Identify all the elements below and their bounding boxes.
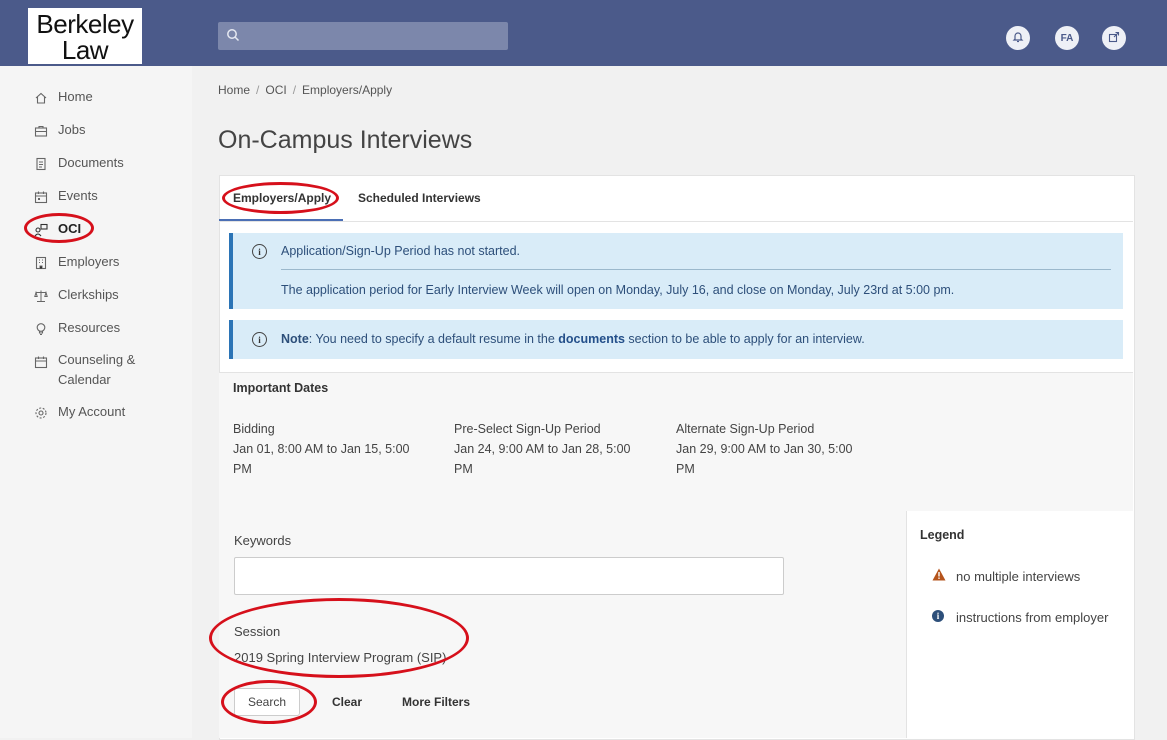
sidebar-item-jobs[interactable]: Jobs bbox=[33, 122, 85, 139]
sidebar-item-label: Clerkships bbox=[58, 287, 119, 302]
breadcrumb-oci[interactable]: OCI bbox=[265, 83, 286, 97]
important-dates-heading: Important Dates bbox=[233, 381, 329, 395]
sidebar-item-label: Home bbox=[58, 89, 93, 104]
documents-link[interactable]: documents bbox=[558, 332, 625, 346]
avatar[interactable]: FA bbox=[1055, 26, 1079, 50]
keywords-input[interactable] bbox=[234, 557, 784, 595]
legend-heading: Legend bbox=[920, 528, 965, 542]
important-dates-section: Important Dates Bidding Jan 01, 8:00 AM … bbox=[219, 372, 1133, 512]
logo-line2: Law bbox=[61, 35, 109, 65]
alert-title: Application/Sign-Up Period has not start… bbox=[281, 244, 521, 258]
sidebar-item-my-account[interactable]: My Account bbox=[33, 404, 125, 421]
breadcrumb-current: Employers/Apply bbox=[302, 83, 393, 97]
session-value[interactable]: 2019 Spring Interview Program (SIP) bbox=[234, 650, 446, 665]
date-column-preselect: Pre-Select Sign-Up Period Jan 24, 9:00 A… bbox=[454, 419, 659, 479]
sidebar-item-resources[interactable]: Resources bbox=[33, 320, 120, 337]
note-text: Note: You need to specify a default resu… bbox=[281, 332, 865, 346]
document-icon bbox=[33, 156, 49, 172]
date-title: Alternate Sign-Up Period bbox=[676, 422, 815, 436]
sidebar-item-counseling[interactable]: Counseling & Calendar bbox=[33, 350, 135, 390]
info-icon: i bbox=[932, 610, 944, 622]
date-range: Jan 24, 9:00 AM to Jan 28, 5:00 bbox=[454, 442, 631, 456]
avatar-initials: FA bbox=[1060, 32, 1074, 44]
breadcrumb-home[interactable]: Home bbox=[218, 83, 250, 97]
search-input[interactable] bbox=[248, 26, 502, 48]
scales-icon bbox=[33, 288, 49, 304]
more-filters-button[interactable]: More Filters bbox=[402, 695, 470, 709]
notifications-button[interactable] bbox=[1006, 26, 1030, 50]
sidebar-item-label: Jobs bbox=[58, 122, 86, 137]
warning-icon bbox=[932, 568, 946, 586]
sidebar-item-documents[interactable]: Documents bbox=[33, 155, 124, 172]
sidebar-item-oci[interactable]: OCI bbox=[33, 221, 81, 238]
sidebar-item-clerkships[interactable]: Clerkships bbox=[33, 287, 119, 304]
keywords-label: Keywords bbox=[234, 533, 292, 548]
date-column-alternate: Alternate Sign-Up Period Jan 29, 9:00 AM… bbox=[676, 419, 881, 479]
clear-button[interactable]: Clear bbox=[332, 695, 362, 709]
search-button[interactable]: Search bbox=[234, 688, 300, 716]
alert-detail: The application period for Early Intervi… bbox=[281, 283, 955, 297]
breadcrumb-separator: / bbox=[292, 83, 297, 97]
interview-icon bbox=[33, 222, 49, 238]
home-icon bbox=[33, 90, 49, 106]
date-title: Pre-Select Sign-Up Period bbox=[454, 422, 601, 436]
sidebar-item-label: Resources bbox=[58, 320, 121, 335]
date-range-cont: PM bbox=[233, 462, 252, 476]
tab-scheduled-interviews[interactable]: Scheduled Interviews bbox=[358, 191, 481, 205]
sidebar-item-home[interactable]: Home bbox=[33, 89, 93, 106]
gear-icon bbox=[33, 405, 49, 421]
breadcrumb-separator: / bbox=[256, 83, 260, 97]
sidebar-item-label: Events bbox=[58, 188, 98, 203]
legend-item-label: instructions from employer bbox=[956, 610, 1109, 625]
session-label: Session bbox=[234, 624, 281, 639]
bell-icon bbox=[1012, 31, 1024, 46]
search-icon bbox=[226, 28, 240, 47]
info-icon: i bbox=[252, 332, 267, 347]
logo-line1: Berkeley bbox=[36, 9, 134, 39]
external-link-button[interactable] bbox=[1102, 26, 1126, 50]
note-text-2: section to be able to apply for an inter… bbox=[624, 332, 865, 346]
page-title: On-Campus Interviews bbox=[218, 126, 473, 154]
sidebar-item-label: Documents bbox=[58, 155, 124, 170]
sidebar-item-label: Counseling & bbox=[58, 352, 136, 367]
sidebar-item-label-wrap: Counseling & Calendar bbox=[58, 350, 135, 390]
legend-item-label: no multiple interviews bbox=[956, 569, 1081, 584]
resume-note-alert: i Note: You need to specify a default re… bbox=[229, 320, 1123, 359]
calendar-icon bbox=[33, 354, 49, 370]
alert-divider bbox=[281, 269, 1111, 270]
filter-panel bbox=[219, 511, 907, 738]
period-alert: i Application/Sign-Up Period has not sta… bbox=[229, 233, 1123, 309]
note-label: Note bbox=[281, 332, 309, 346]
briefcase-icon bbox=[33, 123, 49, 139]
lightbulb-icon bbox=[33, 321, 49, 337]
calendar-icon bbox=[33, 189, 49, 205]
tab-divider bbox=[219, 221, 1133, 222]
date-column-bidding: Bidding Jan 01, 8:00 AM to Jan 15, 5:00 … bbox=[233, 419, 438, 479]
search-bar[interactable] bbox=[218, 22, 508, 50]
note-text-1: : You need to specify a default resume i… bbox=[308, 332, 559, 346]
top-bar bbox=[0, 0, 1167, 66]
breadcrumb: Home / OCI / Employers/Apply bbox=[218, 83, 392, 97]
external-link-icon bbox=[1108, 31, 1120, 46]
sidebar-item-label-line2: Calendar bbox=[58, 372, 111, 387]
berkeley-law-logo[interactable]: Berkeley Law bbox=[28, 8, 142, 64]
date-range-cont: PM bbox=[454, 462, 473, 476]
date-title: Bidding bbox=[233, 422, 275, 436]
date-range: Jan 01, 8:00 AM to Jan 15, 5:00 bbox=[233, 442, 410, 456]
sidebar-item-label: My Account bbox=[58, 404, 126, 419]
building-icon bbox=[33, 255, 49, 271]
sidebar-item-events[interactable]: Events bbox=[33, 188, 98, 205]
sidebar-item-employers[interactable]: Employers bbox=[33, 254, 119, 271]
date-range: Jan 29, 9:00 AM to Jan 30, 5:00 bbox=[676, 442, 853, 456]
sidebar-item-label: OCI bbox=[58, 221, 82, 236]
date-range-cont: PM bbox=[676, 462, 695, 476]
sidebar-item-label: Employers bbox=[58, 254, 120, 269]
tab-employers-apply[interactable]: Employers/Apply bbox=[233, 191, 331, 205]
info-icon: i bbox=[252, 244, 267, 259]
